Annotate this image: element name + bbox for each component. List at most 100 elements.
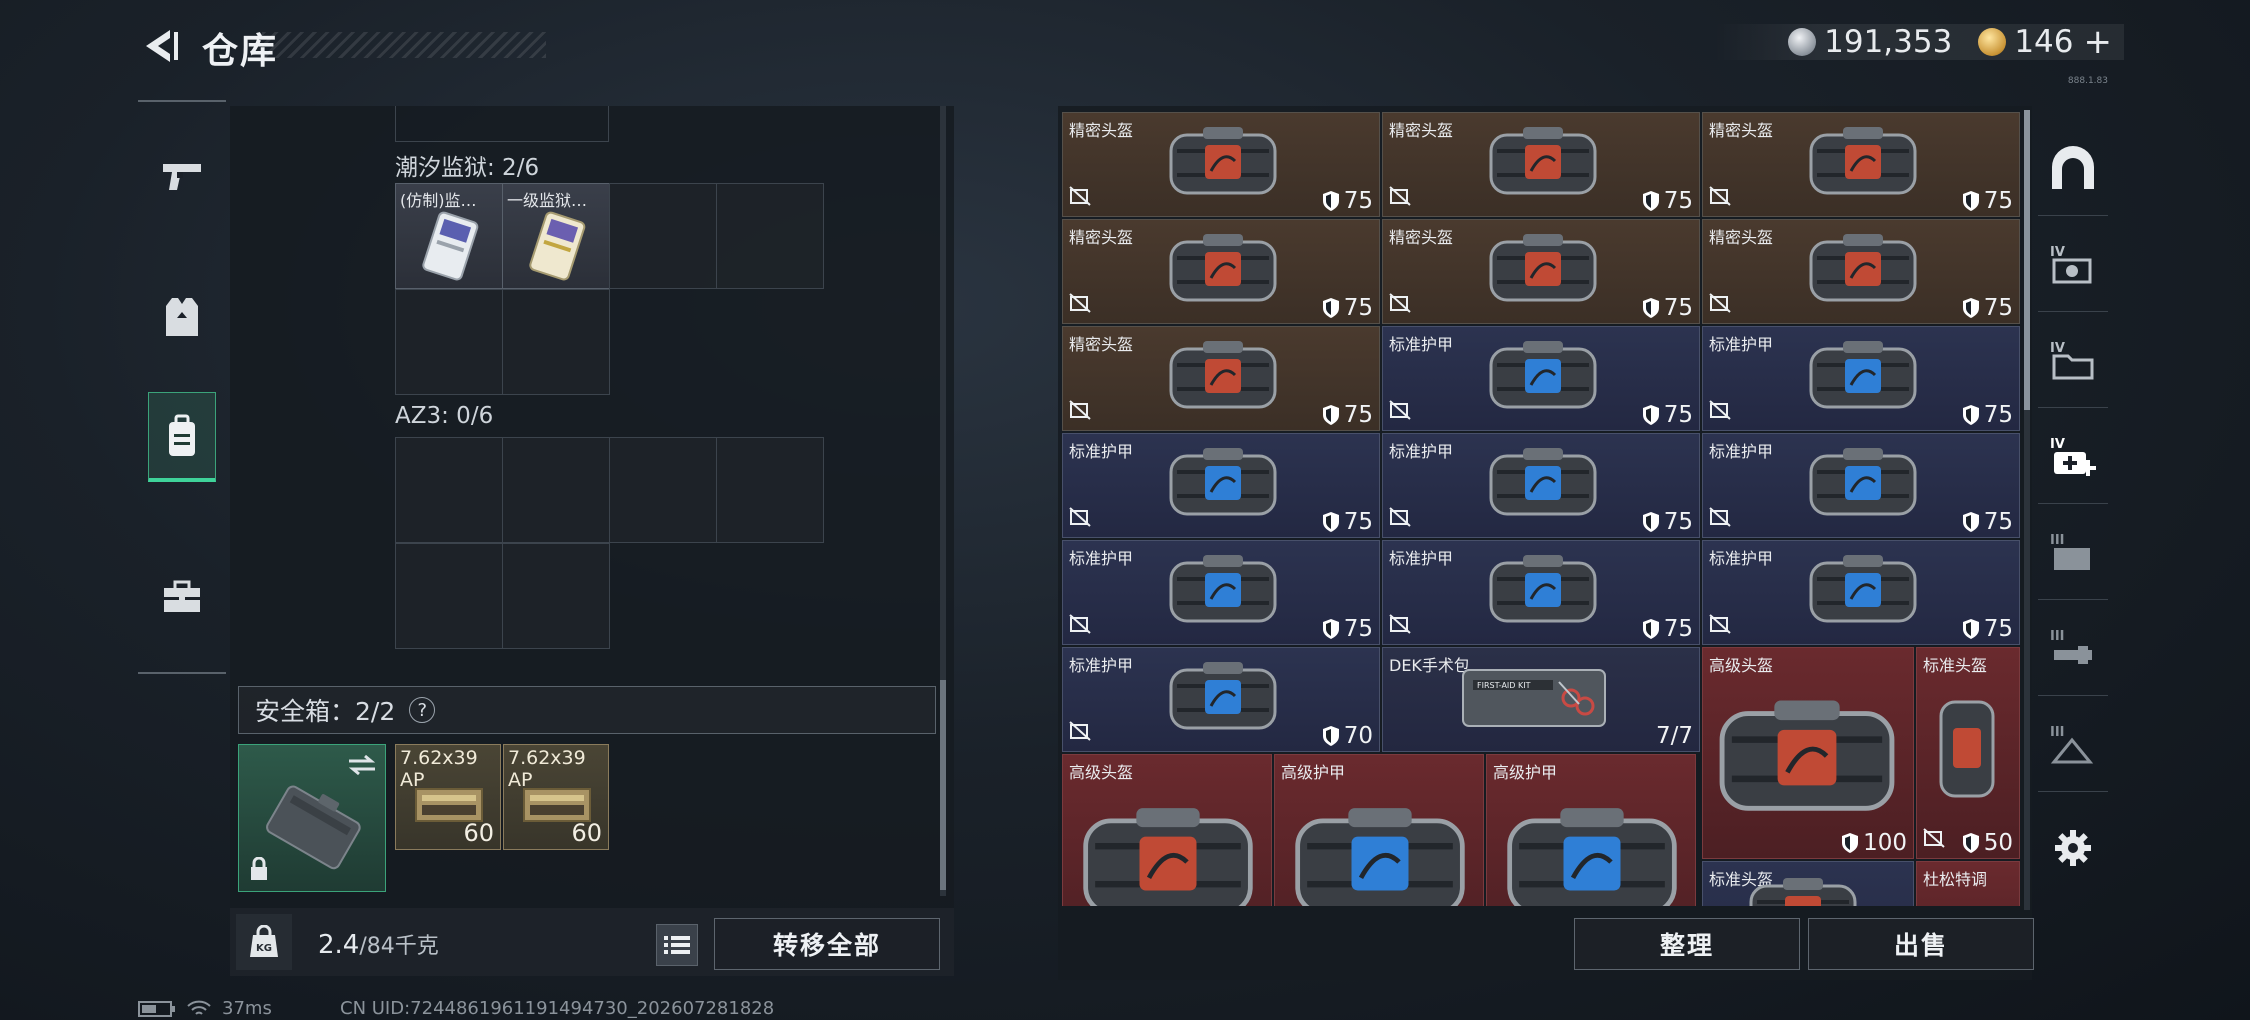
stash-advanced-armor-item[interactable]: 高级护甲 xyxy=(1486,754,1696,906)
item-image xyxy=(1285,797,1475,906)
nav-backpack[interactable] xyxy=(148,392,216,482)
stash-advanced-helmet-item[interactable]: 高级头盔 xyxy=(1062,754,1272,906)
stash-armor-item[interactable]: 标准护甲 75 xyxy=(1382,433,1700,538)
back-button[interactable] xyxy=(138,24,182,68)
safe-case-slot[interactable] xyxy=(238,744,386,892)
grid-slot[interactable] xyxy=(716,437,824,543)
armor-vest-icon xyxy=(166,298,198,336)
weight-lock-button[interactable]: KG xyxy=(236,914,292,970)
stash-helmet-item[interactable]: 精密头盔 75 xyxy=(1062,112,1380,217)
stash-helmet-item[interactable]: 精密头盔 75 xyxy=(1062,219,1380,324)
item-bag-icon xyxy=(1809,555,1917,623)
stash-helmet-item[interactable]: 精密头盔 75 xyxy=(1062,326,1380,431)
stash-helmet-item[interactable]: 精密头盔 75 xyxy=(1702,112,2020,217)
grid-slot[interactable] xyxy=(716,183,824,289)
stash-helmet-item[interactable]: 精密头盔 75 xyxy=(1702,219,2020,324)
transfer-all-button[interactable]: 转移全部 xyxy=(714,918,940,970)
durability-readout: 70 xyxy=(1322,723,1373,749)
stash-armor-item[interactable]: 标准护甲 75 xyxy=(1702,433,2020,538)
prison-container-label: 潮汐监狱: 2/6 xyxy=(395,155,540,181)
stash-standard-helmet-item[interactable]: 标准头盔 50 xyxy=(1916,647,2020,859)
stash-helmet-item[interactable]: 精密头盔 75 xyxy=(1382,219,1700,324)
prison-item-2[interactable]: 一级监狱… xyxy=(502,183,610,289)
no-insurance-icon xyxy=(1069,614,1091,634)
nav-weapons[interactable] xyxy=(148,132,216,222)
grid-slot[interactable] xyxy=(395,543,503,649)
durability-value: 75 xyxy=(1663,616,1693,642)
grid-slot[interactable] xyxy=(502,543,610,649)
weight-icon: KG xyxy=(250,925,278,957)
grid-slot[interactable] xyxy=(502,437,610,543)
durability-readout: 75 xyxy=(1962,509,2013,535)
durability-shield-icon xyxy=(1322,298,1339,318)
svg-text:KG: KG xyxy=(256,943,272,954)
stash-tab-1[interactable]: III xyxy=(2038,696,2108,792)
stash-advanced-armor-item[interactable]: 高级护甲 xyxy=(1274,754,1484,906)
grid-slot[interactable] xyxy=(609,437,717,543)
item-name: 标准护甲 xyxy=(1069,549,1134,568)
durability-shield-icon xyxy=(1642,512,1659,532)
stash-tab-3[interactable]: III xyxy=(2038,504,2108,600)
item-bag-icon xyxy=(1809,448,1917,516)
stash-armor-item[interactable]: 标准护甲 70 xyxy=(1062,647,1380,752)
add-currency-button[interactable]: + xyxy=(2084,22,2113,62)
item-name: 精密头盔 xyxy=(1389,121,1454,140)
stash-armor-item[interactable]: 标准护甲 75 xyxy=(1062,433,1380,538)
stash-tab-2[interactable]: III xyxy=(2038,600,2108,696)
help-icon[interactable]: ? xyxy=(409,697,436,723)
durability-value: 75 xyxy=(1343,616,1373,642)
no-insurance-icon xyxy=(1069,293,1091,313)
back-arrow-icon xyxy=(146,30,178,62)
left-scrollbar-thumb[interactable] xyxy=(940,680,946,890)
list-view-button[interactable] xyxy=(656,924,698,966)
stash-tab-4b[interactable]: IV xyxy=(2038,312,2108,408)
ammo-stack[interactable]: 7.62x39 AP 60 xyxy=(503,744,609,850)
nav-armor[interactable] xyxy=(148,272,216,362)
stash-tab-4[interactable]: IV xyxy=(2038,216,2108,312)
stash-armor-item[interactable]: 标准护甲 75 xyxy=(1062,540,1380,645)
stash-scrollbar-thumb[interactable] xyxy=(2024,110,2030,410)
prison-item-1[interactable]: (仿制)监… xyxy=(395,183,503,289)
item-image xyxy=(1483,121,1603,205)
stash-tab-all[interactable] xyxy=(2038,120,2108,216)
stash-tab-medical[interactable]: IV xyxy=(2038,408,2108,504)
item-bag-icon xyxy=(1169,127,1277,195)
durability-shield-icon xyxy=(1962,298,1979,318)
safe-box-header: 安全箱：2/2 ? xyxy=(238,686,936,734)
grid-slot[interactable] xyxy=(395,289,503,395)
stash-armor-item[interactable]: 标准护甲 75 xyxy=(1382,540,1700,645)
grid-slot[interactable] xyxy=(609,183,717,289)
stash-folder-icon: IV xyxy=(2050,341,2094,379)
grid-slot[interactable] xyxy=(502,289,610,395)
ammo-stack[interactable]: 7.62x39 AP 60 xyxy=(395,744,501,850)
stash-partial-item[interactable]: 标准头盔 xyxy=(1702,861,1914,906)
sell-button[interactable]: 出售 xyxy=(1808,918,2034,970)
no-insurance-marker xyxy=(1923,828,1945,852)
no-insurance-marker xyxy=(1709,400,1731,424)
durability-value: 75 xyxy=(1983,402,2013,428)
stash-helmet-item[interactable]: 精密头盔 75 xyxy=(1382,112,1700,217)
durability-readout: 100 xyxy=(1841,830,1907,856)
grid-slot[interactable] xyxy=(395,437,503,543)
no-insurance-marker xyxy=(1709,614,1731,638)
durability-value: 75 xyxy=(1663,188,1693,214)
durability-readout: 75 xyxy=(1322,188,1373,214)
durability-value: 75 xyxy=(1343,402,1373,428)
item-name: DEK手术包 xyxy=(1389,656,1470,675)
stash-surgical-kit-item[interactable]: DEK手术包 FIRST-AID KIT 7/7 xyxy=(1382,647,1700,752)
stash-armor-item[interactable]: 标准护甲 75 xyxy=(1382,326,1700,431)
stash-partial-item[interactable]: 杜松特调 xyxy=(1916,861,2020,906)
item-image: FIRST-AID KIT xyxy=(1459,662,1609,738)
no-insurance-marker xyxy=(1709,293,1731,317)
settings-button[interactable] xyxy=(2038,800,2108,896)
nav-toolbox[interactable] xyxy=(148,552,216,642)
stash-tab-nav: IV IV IV III III III xyxy=(2038,120,2108,920)
stash-advanced-helmet-item[interactable]: 高级头盔 100 xyxy=(1702,647,1914,859)
durability-value: 50 xyxy=(1983,830,2013,856)
stash-armor-item[interactable]: 标准护甲 75 xyxy=(1702,326,2020,431)
weight-current: 2.4 xyxy=(318,930,360,960)
stash-folder-icon: IV xyxy=(2050,245,2092,283)
organize-button[interactable]: 整理 xyxy=(1574,918,1800,970)
stash-armor-item[interactable]: 标准护甲 75 xyxy=(1702,540,2020,645)
no-insurance-icon xyxy=(1709,614,1731,634)
